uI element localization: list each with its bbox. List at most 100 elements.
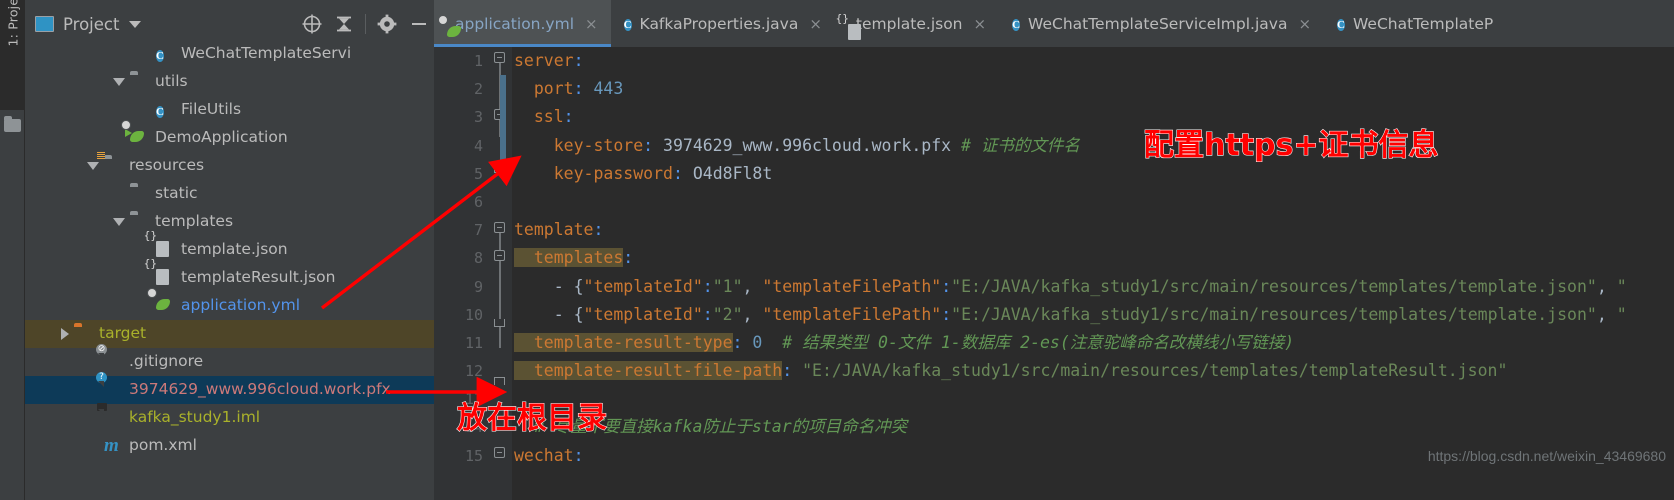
line-number: 7 — [473, 221, 483, 240]
code-line[interactable]: - {"templateId":"2", "templateFilePath":… — [514, 301, 1674, 329]
code-token: "E:/JAVA/kafka_study1/src/main/resources… — [802, 361, 1508, 381]
editor-tab-kafkaproperties-java[interactable]: C KafkaProperties.java × — [611, 0, 835, 47]
project-tool-window: Project C WeChatTemplateServi utils C Fi… — [25, 0, 434, 500]
code-token: 3974629_www.996cloud.work.pfx — [663, 135, 952, 155]
tree-row-gitignore[interactable]: ⊘ .gitignore — [25, 344, 434, 376]
vcs-change-marker[interactable] — [500, 75, 506, 143]
toolbar-divider — [365, 14, 366, 34]
chevron-down-icon[interactable] — [129, 20, 142, 28]
editor-tab-label: WeChatTemplateServiceImpl.java — [1028, 14, 1288, 33]
tree-item-label: utils — [155, 72, 188, 91]
tree-item-label: application.yml — [181, 296, 301, 315]
fold-toggle-icon[interactable] — [494, 447, 505, 458]
tree-row-demoapplication[interactable]: DemoApplication — [25, 120, 434, 152]
annot-https-cert: 配置https+证书信息 — [1143, 127, 1439, 163]
tree-row-kafka-study1-iml[interactable]: kafka_study1.iml — [25, 403, 434, 432]
structure-folder-icon[interactable] — [4, 116, 21, 132]
code-content[interactable]: server: port: 443 ssl: key-store: 397462… — [514, 47, 1674, 500]
code-token: : — [573, 51, 584, 70]
project-tree[interactable]: C WeChatTemplateServi utils C FileUtils DemoA… — [25, 40, 434, 500]
code-line[interactable]: ssl: — [514, 103, 1674, 131]
close-icon[interactable]: × — [585, 15, 598, 33]
tree-row-3974629-www-996cloud-work-pfx[interactable]: ? 3974629_www.996cloud.work.pfx — [25, 372, 434, 404]
editor-tab-wechattemplateserviceimpl-java[interactable]: C WeChatTemplateServiceImpl.java × — [999, 0, 1324, 47]
code-token: : — [941, 304, 952, 324]
spring-boot-icon — [121, 120, 150, 147]
tree-row-pom-xml[interactable]: m pom.xml — [25, 432, 434, 460]
code-line[interactable] — [514, 385, 1674, 413]
vcs-change-marker[interactable] — [500, 143, 506, 173]
code-line[interactable]: port: 443 — [514, 75, 1674, 103]
line-number: 9 — [473, 277, 483, 296]
code-token: " — [1616, 276, 1627, 296]
code-line[interactable]: server: — [514, 47, 1674, 75]
chevron-down-icon[interactable] — [113, 218, 125, 226]
code-token: - — [514, 276, 574, 296]
tree-row-static[interactable]: static — [25, 180, 434, 208]
line-number: 11 — [464, 333, 483, 352]
editor-tab-template-json[interactable]: {} template.json × — [835, 0, 999, 47]
chevron-right-icon[interactable] — [61, 328, 69, 340]
editor-tab-bar[interactable]: application.yml × C KafkaProperties.java ×{}… — [434, 0, 1674, 47]
line-number: 10 — [464, 305, 483, 324]
code-token: 443 — [593, 79, 624, 99]
tree-item-label: DemoApplication — [155, 128, 288, 147]
tree-item-label: 3974629_www.996cloud.work.pfx — [129, 380, 391, 399]
editor-tab-application-yml[interactable]: application.yml × — [434, 0, 611, 47]
code-token: template-result-file-path — [514, 361, 783, 381]
fold-toggle-icon[interactable] — [494, 250, 505, 261]
code-line[interactable]: - {"templateId":"1", "templateFilePath":… — [514, 273, 1674, 301]
code-token: : — [672, 163, 693, 183]
close-icon[interactable]: × — [974, 15, 987, 33]
line-number: 12 — [464, 362, 483, 381]
code-line[interactable]: # 尽量不要直接kafka防止于star的项目命名冲突 — [514, 413, 1674, 441]
code-line[interactable]: template-result-type: 0 # 结果类型 0-文件 1-数据… — [514, 329, 1674, 357]
code-token: , — [1596, 276, 1617, 296]
code-token: : — [643, 135, 664, 155]
tree-row-templates[interactable]: templates — [25, 208, 434, 236]
tree-row-resources[interactable]: resources — [25, 152, 434, 180]
code-line[interactable]: key-store: 3974629_www.996cloud.work.pfx… — [514, 132, 1674, 160]
editor-tab-label: KafkaProperties.java — [639, 14, 799, 33]
code-line[interactable]: key-password: O4d8Fl8t — [514, 160, 1674, 188]
idea-window: 1: Project Project C WeChatTemplateServi… — [0, 0, 1674, 500]
code-token: "templateFilePath" — [762, 276, 942, 296]
code-token: O4d8Fl8t — [692, 163, 773, 183]
tree-item-label: templates — [155, 212, 234, 231]
code-token: "E:/JAVA/kafka_study1/src/main/resources… — [951, 276, 1597, 296]
editor-tab-label: template.json — [855, 14, 963, 33]
editor-tab-label: application.yml — [455, 14, 575, 33]
tree-row-fileutils[interactable]: C FileUtils — [25, 96, 434, 124]
close-icon[interactable]: × — [1298, 15, 1311, 33]
collapse-all-icon[interactable] — [333, 13, 355, 35]
code-line[interactable]: template-result-file-path: "E:/JAVA/kafk… — [514, 357, 1674, 385]
tree-row-templateresult-json[interactable]: {} templateResult.json — [25, 257, 434, 292]
code-line[interactable]: template: — [514, 216, 1674, 244]
tree-item-label: resources — [129, 156, 205, 175]
minimize-icon[interactable] — [408, 13, 430, 35]
chevron-down-icon[interactable] — [87, 162, 99, 170]
chevron-down-icon[interactable] — [113, 78, 125, 86]
fold-region-end-icon — [494, 319, 505, 327]
code-token: : — [563, 107, 574, 127]
code-token: wechat — [514, 445, 574, 465]
tree-row-wechattemplateservi[interactable]: C WeChatTemplateServi — [25, 40, 434, 68]
editor-tab-wechattemplatep[interactable]: C WeChatTemplateP — [1324, 0, 1506, 47]
code-line[interactable]: templates: — [514, 244, 1674, 272]
tree-item-label: kafka_study1.iml — [129, 408, 261, 427]
fold-toggle-icon[interactable] — [494, 222, 505, 233]
tree-row-template-json[interactable]: {} template.json — [25, 229, 434, 264]
tree-row-utils[interactable]: utils — [25, 68, 434, 96]
code-token: "templateFilePath" — [762, 304, 942, 324]
tree-row-target[interactable]: target — [25, 320, 434, 348]
tree-row-application-yml[interactable]: application.yml — [25, 288, 434, 320]
fold-region-end-icon — [494, 377, 505, 385]
resources-folder-icon — [97, 152, 124, 175]
crosshair-target-icon[interactable] — [301, 13, 323, 35]
project-tool-button[interactable]: 1: Project — [0, 0, 25, 110]
tree-item-label: target — [99, 324, 147, 343]
fold-toggle-icon[interactable] — [494, 52, 505, 63]
close-icon[interactable]: × — [809, 15, 822, 33]
code-line[interactable] — [514, 188, 1674, 216]
gear-icon[interactable] — [376, 13, 398, 35]
